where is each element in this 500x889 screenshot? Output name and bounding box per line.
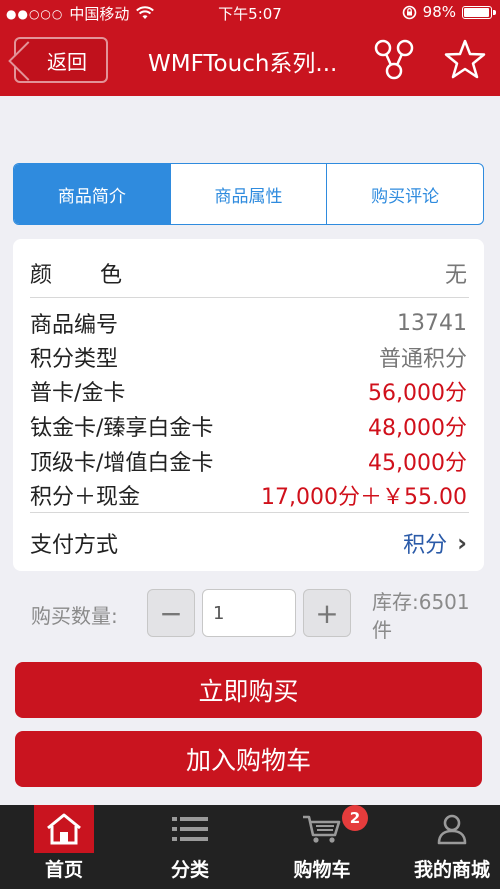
info-label: 积分类型 bbox=[30, 347, 119, 372]
tab-purchase-reviews[interactable]: 购买评论 bbox=[327, 164, 483, 224]
back-button-label: 返回 bbox=[47, 49, 87, 74]
back-button[interactable]: 返回 bbox=[8, 37, 108, 83]
info-label: 商品编号 bbox=[30, 313, 119, 338]
quantity-input[interactable] bbox=[202, 589, 296, 637]
tabbar-label: 购物车 bbox=[293, 859, 351, 881]
chevron-right-icon: › bbox=[457, 529, 467, 557]
home-icon bbox=[34, 805, 94, 853]
info-row-price-top-platinum: 顶级卡/增值白金卡 45,000分 bbox=[30, 445, 467, 477]
plus-icon: + bbox=[315, 596, 339, 630]
battery-percent: 98% bbox=[422, 3, 456, 21]
page-title: WMFTouch系列... bbox=[148, 51, 338, 77]
battery-icon bbox=[462, 5, 496, 19]
price-value: 56,000分 bbox=[368, 381, 467, 406]
payment-method-label: 支付方式 bbox=[30, 533, 119, 558]
quantity-decrease-button[interactable]: − bbox=[147, 589, 195, 637]
price-value: 48,000分 bbox=[368, 416, 467, 441]
tab-product-attributes[interactable]: 商品属性 bbox=[171, 164, 328, 224]
info-row-points-cash: 积分＋现金 17,000分＋￥55.00 bbox=[30, 479, 467, 511]
stock-count: 库存:6501件 bbox=[372, 590, 470, 642]
color-label: 颜色 bbox=[30, 257, 122, 289]
rotation-lock-icon bbox=[402, 5, 416, 19]
segmented-tabs: 商品简介 商品属性 购买评论 bbox=[13, 163, 484, 225]
color-label-part-2: 色 bbox=[100, 263, 123, 288]
payment-method-value-text: 积分 bbox=[403, 533, 448, 558]
info-label: 积分＋现金 bbox=[30, 485, 141, 510]
tabbar-item-category[interactable]: 分类 bbox=[158, 805, 222, 889]
color-label-part-1: 颜 bbox=[30, 263, 53, 288]
tabbar-item-my-mall[interactable]: 我的商城 bbox=[408, 805, 496, 889]
status-bar: ●●○○○ 中国移动 下午5:07 98% bbox=[0, 0, 500, 26]
tabbar-item-cart[interactable]: 购物车 2 bbox=[284, 805, 368, 889]
color-value: 无 bbox=[444, 263, 467, 288]
tabbar-label: 我的商城 bbox=[413, 859, 490, 881]
bottom-tab-bar: 首页 分类 购物车 2 我的商城 bbox=[0, 805, 500, 889]
status-right: 98% bbox=[402, 3, 496, 21]
tab-product-intro[interactable]: 商品简介 bbox=[14, 164, 171, 224]
user-icon bbox=[422, 805, 482, 853]
payment-method-value[interactable]: 积分 › bbox=[403, 527, 467, 559]
nav-bar: 返回 WMFTouch系列... bbox=[0, 26, 500, 96]
product-info-card: 颜色 无 商品编号 13741 积分类型 普通积分 普卡/金卡 56,000分 … bbox=[13, 239, 484, 571]
battery-fill bbox=[464, 7, 490, 17]
divider bbox=[30, 512, 469, 513]
info-value: 13741 bbox=[397, 310, 467, 336]
favorite-star-icon[interactable] bbox=[444, 38, 486, 80]
tabbar-label: 首页 bbox=[44, 859, 83, 881]
price-value: 45,000分 bbox=[368, 451, 467, 476]
quantity-label: 购买数量: bbox=[31, 604, 118, 628]
list-icon bbox=[160, 805, 220, 853]
quantity-increase-button[interactable]: + bbox=[303, 589, 351, 637]
buy-now-button[interactable]: 立即购买 bbox=[15, 662, 482, 718]
minus-icon: − bbox=[159, 596, 183, 630]
info-value: 普通积分 bbox=[378, 347, 467, 372]
info-label: 钛金卡/臻享白金卡 bbox=[30, 416, 214, 441]
info-row-points-type: 积分类型 普通积分 bbox=[30, 341, 467, 373]
color-row: 颜色 无 bbox=[30, 257, 467, 289]
info-label: 普卡/金卡 bbox=[30, 381, 126, 406]
share-icon[interactable] bbox=[372, 38, 416, 82]
info-row-product-id: 商品编号 13741 bbox=[30, 307, 467, 339]
info-label: 顶级卡/增值白金卡 bbox=[30, 451, 214, 476]
info-row-price-standard-gold: 普卡/金卡 56,000分 bbox=[30, 375, 467, 407]
info-row-price-titanium-platinum: 钛金卡/臻享白金卡 48,000分 bbox=[30, 410, 467, 442]
add-to-cart-button[interactable]: 加入购物车 bbox=[15, 731, 482, 787]
tabbar-label: 分类 bbox=[170, 859, 209, 881]
price-value: 17,000分＋￥55.00 bbox=[261, 485, 467, 510]
divider bbox=[30, 297, 469, 298]
back-arrow-shape bbox=[8, 41, 48, 81]
payment-method-row[interactable]: 支付方式 积分 › bbox=[30, 527, 467, 559]
cart-badge: 2 bbox=[342, 805, 368, 831]
tabbar-item-home[interactable]: 首页 bbox=[32, 805, 96, 889]
